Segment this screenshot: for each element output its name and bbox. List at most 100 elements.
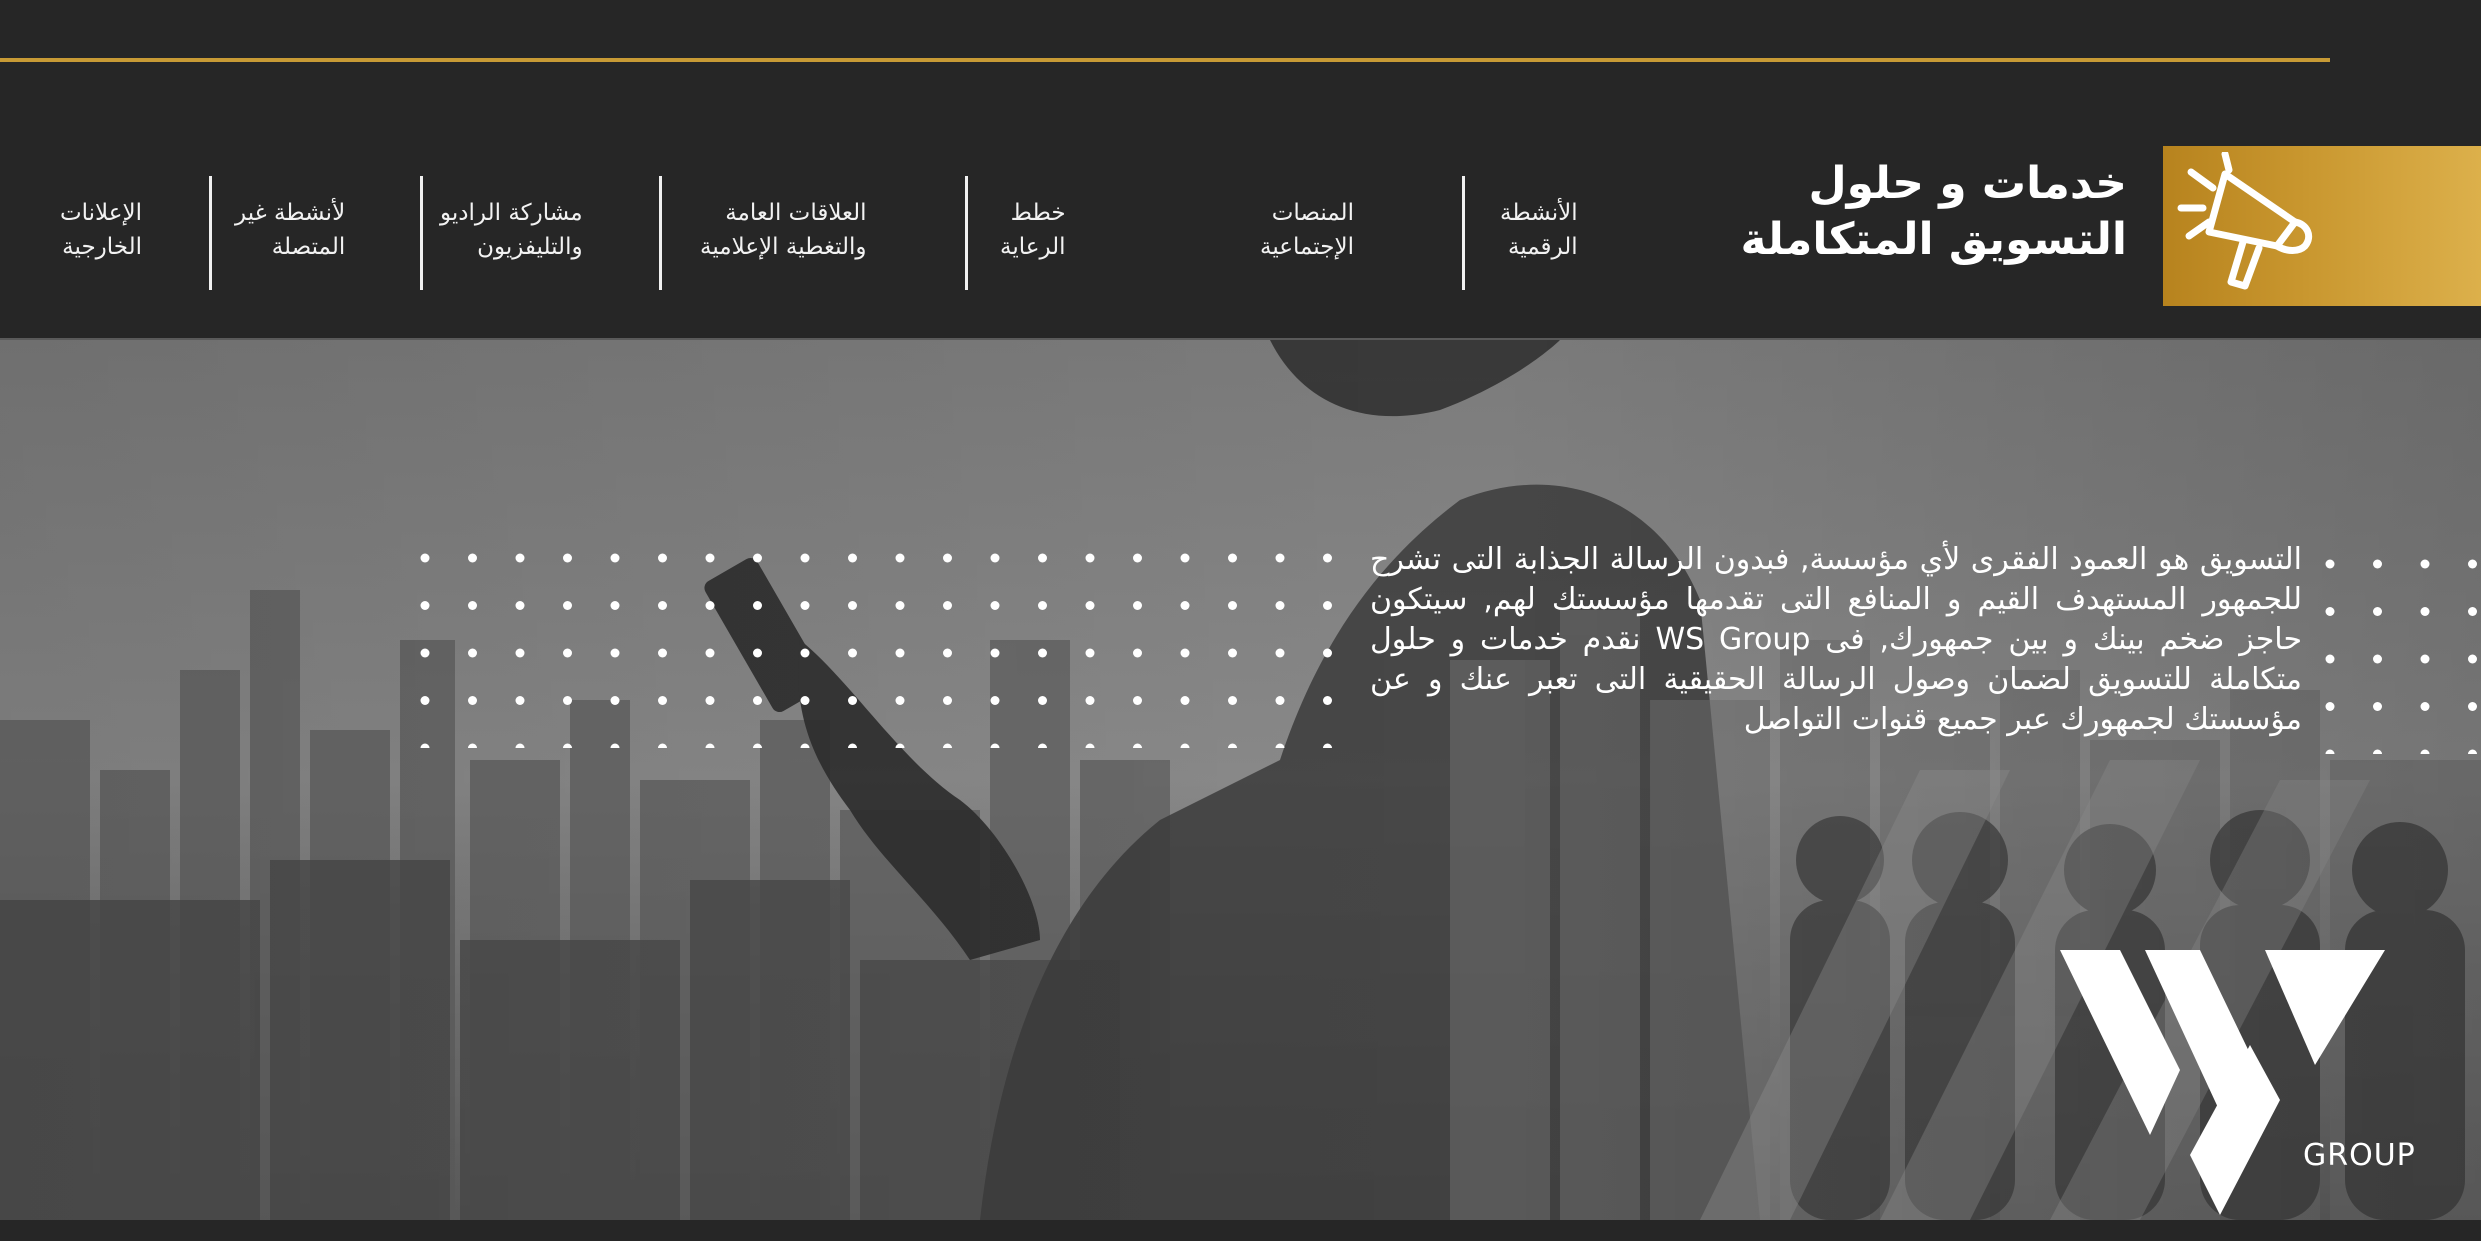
dot xyxy=(1323,696,1332,705)
dot xyxy=(705,743,715,748)
dot xyxy=(1180,553,1190,563)
dot xyxy=(515,743,525,748)
dot xyxy=(468,648,477,658)
dot xyxy=(1133,743,1142,748)
megaphone-icon xyxy=(2177,152,2313,290)
dot xyxy=(1038,648,1047,658)
dot xyxy=(658,696,667,705)
dot xyxy=(1180,648,1190,658)
dot xyxy=(2373,702,2382,711)
dot xyxy=(658,601,667,610)
hero-section: التسويق هو العمود الفقرى لأي مؤسسة, فبدو… xyxy=(0,340,2481,1220)
nav-item-outdoor-ads[interactable]: الإعلانات الخارجية xyxy=(60,170,185,290)
dot xyxy=(943,553,952,563)
dot xyxy=(563,696,572,705)
dot xyxy=(1038,743,1047,748)
dot xyxy=(895,601,905,610)
dot xyxy=(2468,749,2477,754)
dot xyxy=(753,553,762,563)
dot xyxy=(943,743,952,748)
dot xyxy=(990,601,1000,610)
dot xyxy=(753,648,762,658)
dot xyxy=(1180,696,1190,705)
nav-item-social-platforms[interactable]: المنصات الإجتماعية xyxy=(1260,170,1418,290)
dot xyxy=(1275,553,1285,563)
dot xyxy=(1133,553,1142,563)
dot xyxy=(1323,648,1332,658)
dot xyxy=(1180,601,1190,610)
dot xyxy=(990,648,1000,658)
dot xyxy=(705,553,715,563)
dot xyxy=(468,743,477,748)
dot xyxy=(1323,601,1332,610)
nav-divider xyxy=(965,176,968,290)
dot xyxy=(1323,743,1332,748)
dot xyxy=(610,601,620,610)
dot xyxy=(800,553,810,563)
dot xyxy=(2420,559,2430,569)
dot xyxy=(1133,648,1142,658)
dot xyxy=(563,648,572,658)
dot xyxy=(2420,654,2430,664)
dot xyxy=(895,553,905,563)
dot xyxy=(2468,607,2477,616)
dot xyxy=(1275,648,1285,658)
dot xyxy=(658,648,667,658)
dot xyxy=(1085,601,1095,610)
dot xyxy=(1085,553,1095,563)
dot xyxy=(420,553,430,563)
dot xyxy=(1228,553,1237,563)
dot xyxy=(848,601,857,610)
nav-divider xyxy=(420,176,423,290)
nav-item-public-relations[interactable]: العلاقات العامة والتغطية الإعلامية xyxy=(700,170,920,290)
dot xyxy=(1228,696,1237,705)
nav-item-offline-activities[interactable]: لأنشطة غير المتصلة xyxy=(235,170,385,290)
nav-divider xyxy=(209,176,212,290)
dot xyxy=(515,553,525,563)
dot xyxy=(990,696,1000,705)
dot xyxy=(2325,749,2335,754)
dot xyxy=(1085,743,1095,748)
nav-item-digital-activities[interactable]: الأنشطة الرقمية xyxy=(1500,170,1622,290)
dot xyxy=(1228,648,1237,658)
dot xyxy=(753,696,762,705)
dot xyxy=(1275,601,1285,610)
dot xyxy=(800,696,810,705)
nav-item-radio-tv[interactable]: مشاركة الراديو والتليفزيون xyxy=(440,170,625,290)
dot xyxy=(705,601,715,610)
nav-item-sponsorship-plans[interactable]: خطط الرعاية xyxy=(1000,170,1100,290)
nav-divider xyxy=(659,176,662,290)
dot xyxy=(800,601,810,610)
dot xyxy=(848,648,857,658)
header-accent-line xyxy=(0,58,2330,62)
dot xyxy=(2420,702,2430,711)
dot xyxy=(2468,654,2477,664)
dot xyxy=(1228,601,1237,610)
dot xyxy=(610,553,620,563)
dot xyxy=(2420,607,2430,616)
decorative-dot-grid-right xyxy=(2325,559,2477,754)
dot xyxy=(2373,654,2382,664)
dot xyxy=(990,743,1000,748)
dot xyxy=(515,648,525,658)
dot xyxy=(563,743,572,748)
dot xyxy=(1275,743,1285,748)
dot xyxy=(2325,654,2335,664)
dot xyxy=(515,696,525,705)
brand-badge xyxy=(2163,146,2481,306)
dot xyxy=(943,696,952,705)
dot xyxy=(848,553,857,563)
dot xyxy=(2325,702,2335,711)
dot xyxy=(468,553,477,563)
dot xyxy=(2420,749,2430,754)
dot xyxy=(2373,607,2382,616)
site-header: خدمات و حلول التسويق المتكاملة الأنشطة ا… xyxy=(0,0,2481,340)
dot xyxy=(2325,559,2335,569)
dot xyxy=(2468,559,2477,569)
hero-paragraph: التسويق هو العمود الفقرى لأي مؤسسة, فبدو… xyxy=(1370,542,2302,737)
dot xyxy=(1085,648,1095,658)
dot xyxy=(468,696,477,705)
ws-logo-icon xyxy=(2060,950,2385,1215)
dot xyxy=(990,553,1000,563)
dot xyxy=(895,696,905,705)
